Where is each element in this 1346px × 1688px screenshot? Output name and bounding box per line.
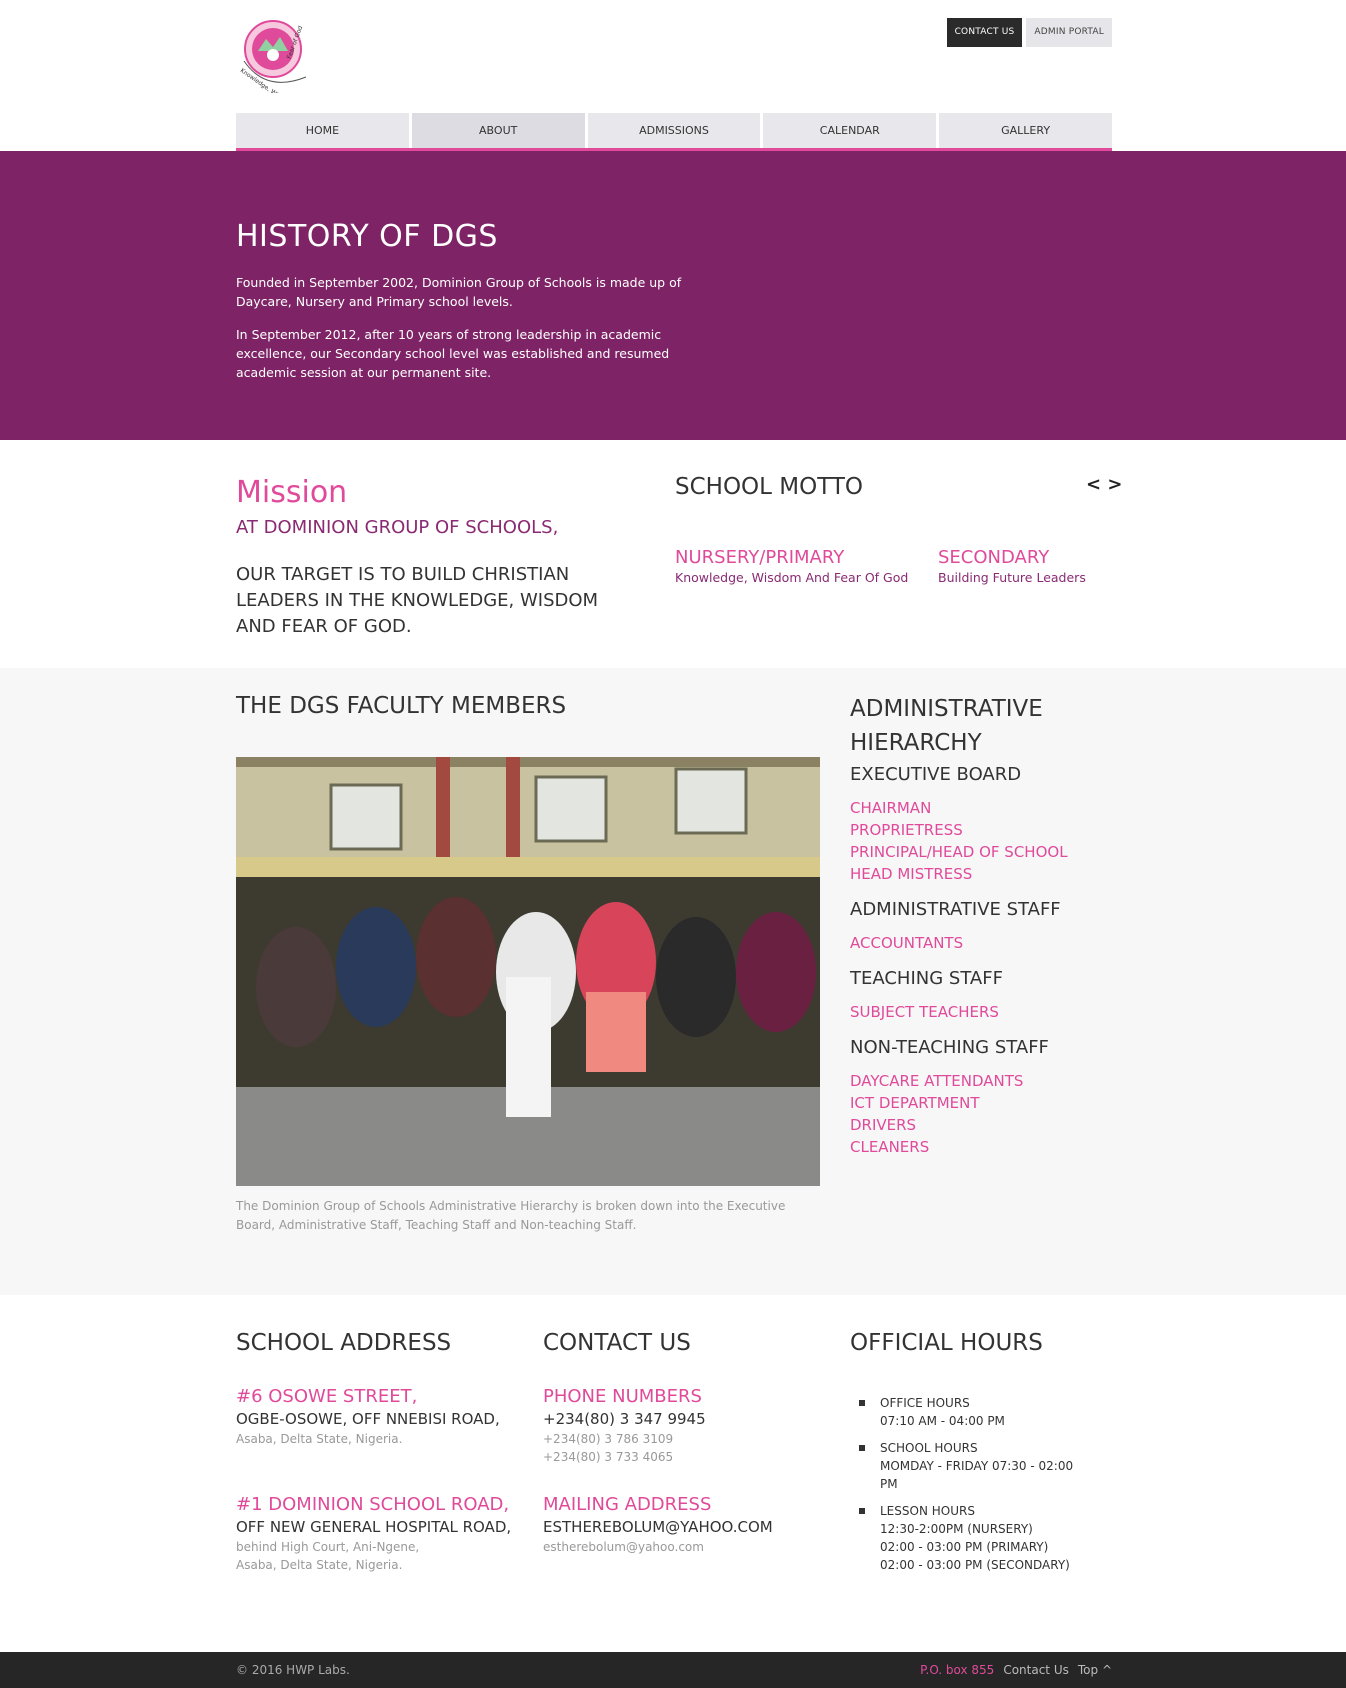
admin-item-subject-teachers[interactable]: SUBJECT TEACHERS (850, 1001, 1112, 1023)
address-2-line-1: #1 DOMINION SCHOOL ROAD, (236, 1494, 510, 1515)
contact-us-button[interactable]: CONTACT US (946, 18, 1023, 47)
contact-us: CONTACT US PHONE NUMBERS +234(80) 3 347 … (543, 1330, 823, 1556)
nav-admissions[interactable]: ADMISSIONS (587, 113, 761, 148)
motto-secondary: SECONDARY Building Future Leaders (938, 547, 1086, 585)
school-hours-label: SCHOOL HOURS (880, 1441, 978, 1455)
hero-paragraph-2: In September 2012, after 10 years of str… (236, 327, 670, 380)
admin-item-ict[interactable]: ICT DEPARTMENT (850, 1092, 1112, 1114)
office-hours-item: OFFICE HOURS 07:10 AM - 04:00 PM (850, 1394, 1090, 1430)
admin-item-drivers[interactable]: DRIVERS (850, 1114, 1112, 1136)
mission-body: OUR TARGET IS TO BUILD CHRISTIAN LEADERS… (236, 564, 599, 637)
office-hours-label: OFFICE HOURS (880, 1396, 970, 1410)
official-hours: OFFICIAL HOURS (850, 1330, 1110, 1356)
address-1-line-2: OGBE-OSOWE, OFF NNEBISI ROAD, (236, 1410, 500, 1428)
mission-title: Mission (236, 475, 348, 510)
motto-secondary-heading: SECONDARY (938, 547, 1050, 568)
motto-secondary-text: Building Future Leaders (938, 570, 1086, 585)
lesson-hours-secondary: 02:00 - 03:00 PM (SECONDARY) (880, 1558, 1070, 1572)
faculty-title: THE DGS FACULTY MEMBERS (236, 693, 567, 719)
admin-title: ADMINISTRATIVE HIERARCHY (850, 696, 1043, 756)
lesson-hours-label: LESSON HOURS (880, 1504, 975, 1518)
mail-heading: MAILING ADDRESS (543, 1494, 712, 1515)
admin-item-cleaners[interactable]: CLEANERS (850, 1136, 1112, 1158)
address-2-line-2: OFF NEW GENERAL HOSPITAL ROAD, (236, 1518, 512, 1536)
address-2-line-4: Asaba, Delta State, Nigeria. (236, 1558, 403, 1572)
address-1-line-3: Asaba, Delta State, Nigeria. (236, 1432, 403, 1446)
school-logo[interactable]: Knowledge, Wisdom Fear of God (236, 17, 320, 108)
mail-2[interactable]: estherebolum@yahoo.com (543, 1538, 823, 1556)
school-hours-item: SCHOOL HOURS MOMDAY - FRIDAY 07:30 - 02:… (850, 1439, 1090, 1493)
admin-hierarchy: ADMINISTRATIVE HIERARCHY EXECUTIVE BOARD… (850, 692, 1112, 1158)
copyright: © 2016 HWP Labs. (236, 1663, 350, 1677)
admin-item-daycare[interactable]: DAYCARE ATTENDANTS (850, 1070, 1112, 1092)
admin-item-accountants[interactable]: ACCOUNTANTS (850, 932, 1112, 954)
footer-top-link[interactable]: Top ^ (1078, 1663, 1112, 1677)
hero-paragraph-1: Founded in September 2002, Dominion Grou… (236, 275, 682, 309)
history-hero: HISTORY OF DGS Founded in September 2002… (0, 151, 1346, 440)
lesson-hours-primary: 02:00 - 03:00 PM (PRIMARY) (880, 1540, 1049, 1554)
motto-nursery-heading: NURSERY/PRIMARY (675, 547, 845, 568)
hero-title: HISTORY OF DGS (236, 219, 498, 254)
admin-item-chairman[interactable]: CHAIRMAN (850, 797, 1112, 819)
address-title: SCHOOL ADDRESS (236, 1330, 452, 1356)
hours-title: OFFICIAL HOURS (850, 1330, 1043, 1356)
footer-bar: © 2016 HWP Labs. P.O. box 855 Contact Us… (0, 1652, 1346, 1688)
motto-arrows[interactable]: < > (1086, 474, 1122, 495)
phone-1[interactable]: +234(80) 3 347 9945 (543, 1410, 823, 1428)
nav-gallery[interactable]: GALLERY (939, 113, 1112, 148)
phone-heading: PHONE NUMBERS (543, 1386, 702, 1407)
group-executive-board: EXECUTIVE BOARD (850, 764, 1022, 785)
contact-title: CONTACT US (543, 1330, 691, 1356)
nav-about[interactable]: ABOUT (411, 113, 585, 148)
mail-1[interactable]: ESTHEREBOLUM@YAHOO.COM (543, 1518, 823, 1536)
group-administrative-staff: ADMINISTRATIVE STAFF (850, 899, 1061, 920)
nav-calendar[interactable]: CALENDAR (763, 113, 937, 148)
hours-list: OFFICE HOURS 07:10 AM - 04:00 PM SCHOOL … (850, 1394, 1090, 1583)
motto-title: SCHOOL MOTTO (675, 474, 864, 500)
motto-nursery: NURSERY/PRIMARY Knowledge, Wisdom And Fe… (675, 547, 908, 585)
lesson-hours-nursery: 12:30-2:00PM (NURSERY) (880, 1522, 1033, 1536)
main-nav: HOME ABOUT ADMISSIONS CALENDAR GALLERY (236, 113, 1112, 151)
footer-pobox: P.O. box 855 (920, 1663, 995, 1677)
school-hours-value: MOMDAY - FRIDAY 07:30 - 02:00 PM (880, 1459, 1074, 1491)
mission-subtitle: AT DOMINION GROUP OF SCHOOLS, (236, 517, 559, 538)
address-2-line-3: behind High Court, Ani-Ngene, (236, 1540, 420, 1554)
faculty-caption: The Dominion Group of Schools Administra… (236, 1199, 786, 1232)
admin-item-head-mistress[interactable]: HEAD MISTRESS (850, 863, 1112, 885)
office-hours-value: 07:10 AM - 04:00 PM (880, 1414, 1005, 1428)
group-non-teaching-staff: NON-TEACHING STAFF (850, 1037, 1049, 1058)
address-1-line-1: #6 OSOWE STREET, (236, 1386, 418, 1407)
faculty-photo (236, 757, 820, 1186)
top-buttons: CONTACT US ADMIN PORTAL (946, 18, 1112, 47)
footer-contact-link[interactable]: Contact Us (1003, 1663, 1069, 1677)
admin-portal-button[interactable]: ADMIN PORTAL (1026, 18, 1112, 47)
motto-nursery-text: Knowledge, Wisdom And Fear Of God (675, 570, 909, 585)
admin-item-principal[interactable]: PRINCIPAL/HEAD OF SCHOOL (850, 841, 1112, 863)
lesson-hours-item: LESSON HOURS 12:30-2:00PM (NURSERY) 02:0… (850, 1502, 1090, 1574)
footer-links: P.O. box 855 Contact Us Top ^ (920, 1663, 1112, 1677)
group-teaching-staff: TEACHING STAFF (850, 968, 1003, 989)
phone-2[interactable]: +234(80) 3 786 3109 (543, 1430, 823, 1448)
school-address: SCHOOL ADDRESS #6 OSOWE STREET, OGBE-OSO… (236, 1330, 516, 1574)
nav-home[interactable]: HOME (236, 113, 409, 148)
phone-3[interactable]: +234(80) 3 733 4065 (543, 1448, 823, 1466)
admin-item-proprietress[interactable]: PROPRIETRESS (850, 819, 1112, 841)
